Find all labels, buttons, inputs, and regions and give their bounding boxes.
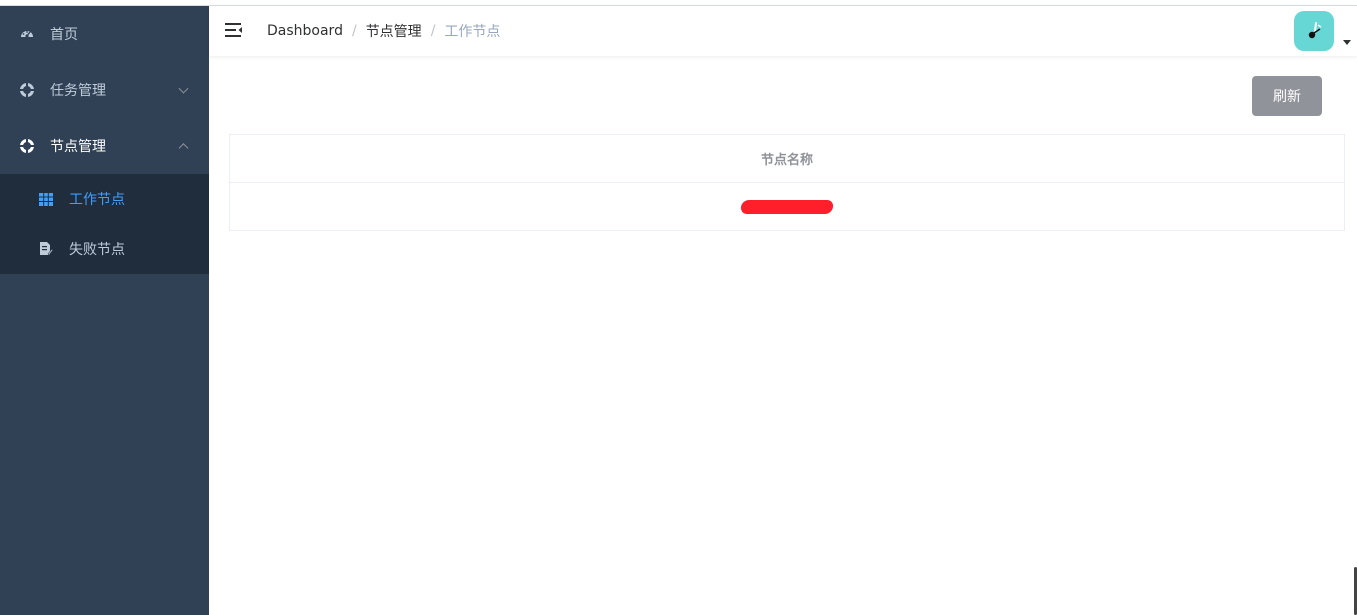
sidebar: 首页 任务管理 节点管理 工作节点 失败节点 — [0, 6, 209, 615]
sidebar-item-task-management[interactable]: 任务管理 — [0, 62, 209, 118]
sidebar-item-label: 任务管理 — [50, 83, 106, 99]
sidebar-item-label: 节点管理 — [50, 139, 106, 155]
breadcrumb-work-nodes: 工作节点 — [444, 24, 501, 40]
sidebar-item-label: 首页 — [50, 27, 78, 43]
breadcrumb-separator: / — [351, 23, 357, 39]
sidebar-item-work-nodes[interactable]: 工作节点 — [0, 174, 209, 224]
chevron-up-icon — [178, 143, 189, 154]
breadcrumb-dashboard[interactable]: Dashboard — [267, 23, 343, 39]
caret-down-icon[interactable] — [1343, 40, 1351, 45]
sidebar-item-label: 工作节点 — [69, 192, 125, 208]
lifebuoy-icon — [20, 139, 34, 153]
avatar[interactable] — [1294, 11, 1334, 51]
sidebar-item-home[interactable]: 首页 — [0, 6, 209, 62]
node-table: 节点名称 — [229, 134, 1345, 231]
table-icon — [39, 192, 53, 206]
sidebar-item-node-management[interactable]: 节点管理 — [0, 118, 209, 174]
navbar: Dashboard / 节点管理 / 工作节点 — [209, 6, 1357, 56]
lifebuoy-icon — [20, 83, 34, 97]
document-edit-icon — [39, 242, 53, 256]
sidebar-item-label: 失败节点 — [69, 242, 125, 258]
breadcrumb-node-management[interactable]: 节点管理 — [366, 21, 422, 41]
app-root: 首页 任务管理 节点管理 工作节点 失败节点 Dashboard / 节点管理 … — [0, 0, 1357, 615]
sidebar-item-failed-nodes[interactable]: 失败节点 — [0, 224, 209, 274]
submenu-node-management: 工作节点 失败节点 — [0, 174, 209, 274]
refresh-button[interactable]: 刷新 — [1252, 76, 1322, 116]
main-content: 刷新 节点名称 — [209, 56, 1357, 615]
breadcrumb-separator: / — [430, 23, 436, 39]
breadcrumb: Dashboard / 节点管理 / 工作节点 — [267, 6, 500, 56]
chevron-down-icon — [178, 83, 189, 94]
redacted-node-name — [740, 199, 834, 214]
table-header-node-name: 节点名称 — [230, 135, 1344, 183]
dashboard-icon — [20, 27, 34, 41]
table-row — [230, 183, 1344, 230]
hamburger-icon[interactable] — [225, 22, 243, 38]
